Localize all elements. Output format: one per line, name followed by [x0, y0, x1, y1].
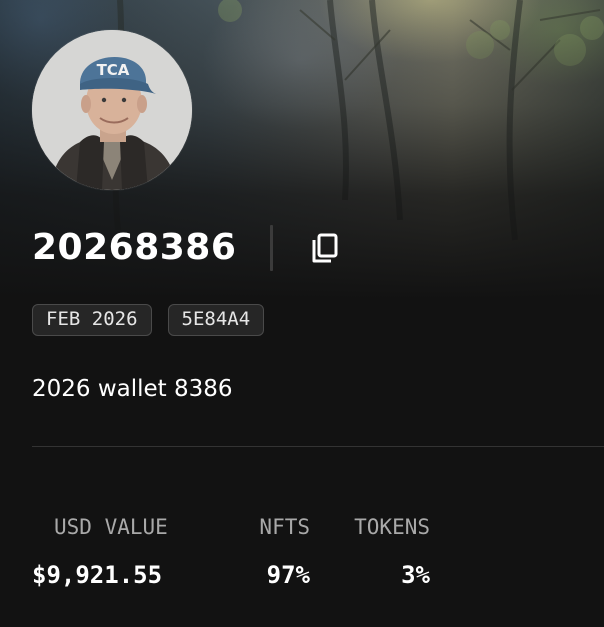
- title-divider: [270, 225, 274, 271]
- avatar-image: TCA: [32, 30, 192, 190]
- copy-icon: [312, 233, 338, 263]
- title-row: 20268386: [32, 222, 345, 274]
- wallet-description: 2026 wallet 8386: [32, 376, 233, 402]
- copy-button[interactable]: [305, 228, 345, 268]
- stat-value: 3%: [401, 561, 430, 589]
- stat-nfts: NFTS 97%: [220, 512, 310, 590]
- stat-label: TOKENS: [354, 515, 430, 539]
- stat-label: NFTS: [259, 515, 310, 539]
- stat-value: $9,921.55: [32, 561, 163, 589]
- stat-label: USD VALUE: [54, 515, 168, 539]
- date-badge: FEB 2026: [32, 304, 152, 336]
- stats-row: USD VALUE $9,921.55 NFTS 97% TOKENS 3%: [32, 512, 430, 590]
- badge-list: FEB 2026 5E84A4: [32, 304, 265, 336]
- stat-usd-value: USD VALUE $9,921.55: [32, 512, 220, 590]
- code-badge: 5E84A4: [167, 304, 265, 336]
- wallet-profile-page: TCA 20268386 FEB 2026 5E84A4 2026 wallet…: [0, 0, 604, 627]
- avatar[interactable]: TCA: [32, 30, 192, 190]
- divider: [32, 446, 604, 447]
- cap-logo: TCA: [97, 61, 130, 79]
- stat-tokens: TOKENS 3%: [310, 512, 430, 590]
- stat-value: 97%: [266, 561, 310, 589]
- wallet-id: 20268386: [32, 227, 237, 268]
